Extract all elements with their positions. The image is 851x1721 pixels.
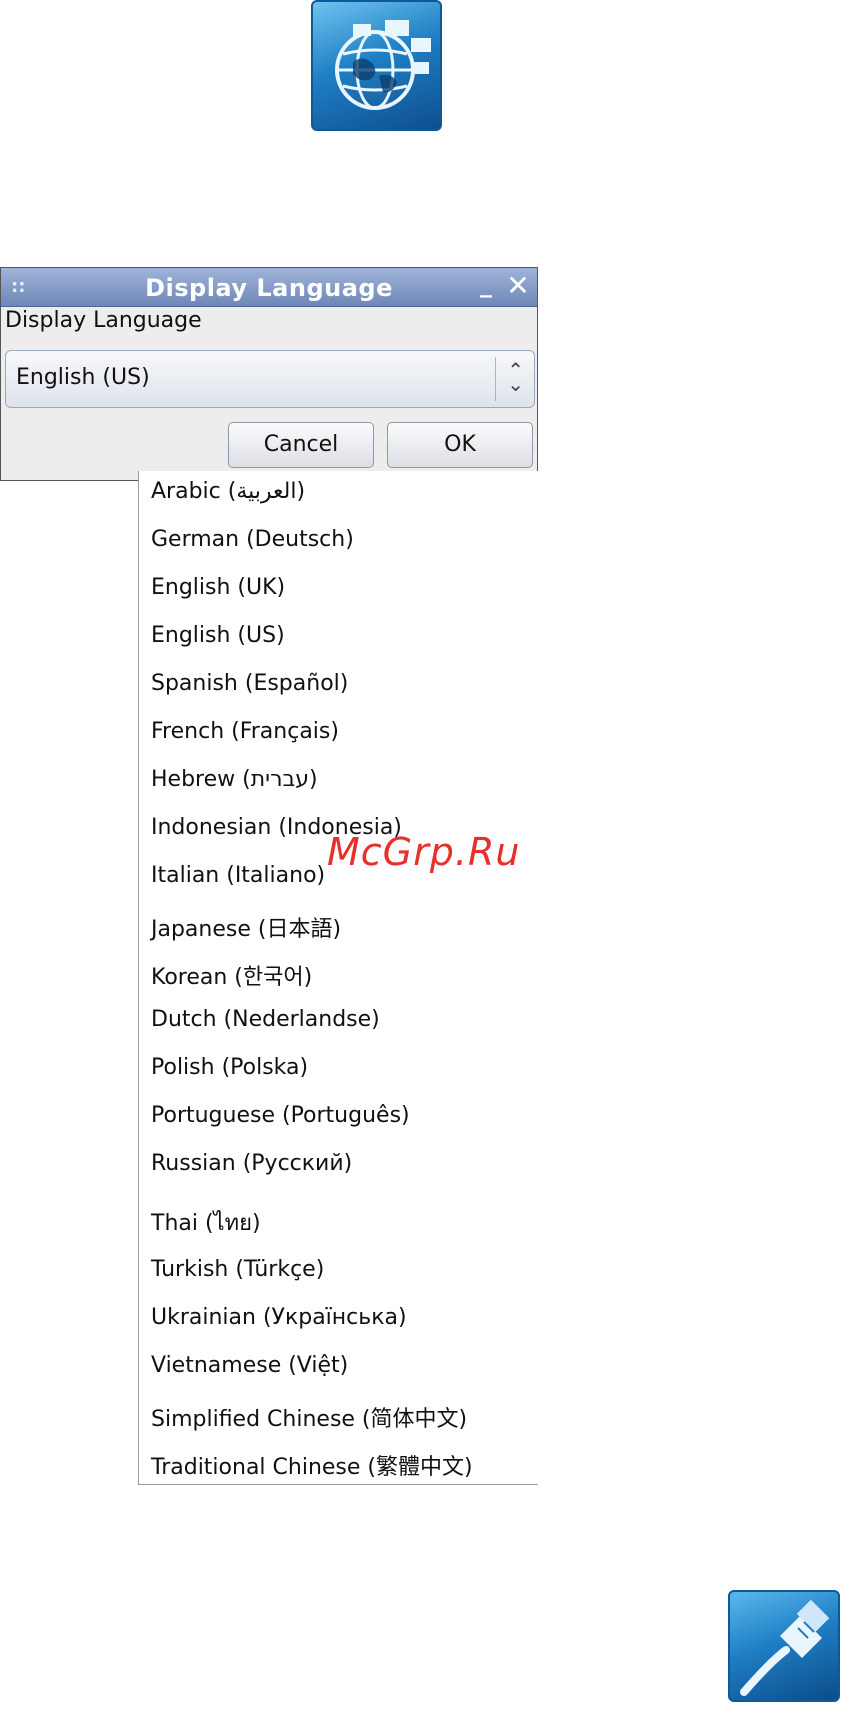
language-option[interactable]: Spanish (Español) [151, 671, 348, 696]
language-option[interactable]: Thai (ไทย) [151, 1205, 261, 1240]
close-icon[interactable]: ✕ [505, 270, 531, 302]
language-option[interactable]: Arabic (العربية) [151, 479, 305, 504]
language-option[interactable]: Russian (Русский) [151, 1151, 352, 1176]
network-cable-icon [728, 1590, 840, 1702]
language-select-value: English (US) [16, 365, 150, 390]
up-down-arrows-icon[interactable]: ⌃ ⌄ [507, 360, 524, 394]
ok-button[interactable]: OK [387, 422, 533, 468]
globe-language-icon [311, 0, 442, 131]
combo-separator [495, 357, 496, 401]
language-option[interactable]: Ukrainian (Українська) [151, 1305, 407, 1330]
language-option[interactable]: French (Français) [151, 719, 339, 744]
language-option[interactable]: Dutch (Nederlandse) [151, 1007, 380, 1032]
language-option[interactable]: Portuguese (Português) [151, 1103, 410, 1128]
cancel-button[interactable]: Cancel [228, 422, 374, 468]
language-option[interactable]: Simplified Chinese (简体中文) [151, 1401, 467, 1433]
language-option[interactable]: Vietnamese (Việt) [151, 1353, 348, 1378]
watermark-text: McGrp.Ru [327, 830, 521, 874]
language-option[interactable]: English (UK) [151, 575, 285, 600]
language-option[interactable]: Hebrew (עברית) [151, 767, 318, 792]
language-select[interactable]: English (US) ⌃ ⌄ [5, 350, 535, 408]
display-language-label: Display Language [5, 308, 202, 333]
language-option[interactable]: German (Deutsch) [151, 527, 354, 552]
language-option[interactable]: Italian (Italiano) [151, 863, 325, 888]
language-option[interactable]: Korean (한국어) [151, 959, 312, 991]
title-bar[interactable]: :: Display Language _ ✕ [1, 268, 537, 307]
language-option[interactable]: English (US) [151, 623, 285, 648]
language-option[interactable]: Polish (Polska) [151, 1055, 308, 1080]
dialog-title: Display Language [145, 274, 393, 302]
display-language-dialog: :: Display Language _ ✕ Display Language… [0, 267, 538, 481]
language-option[interactable]: Turkish (Türkçe) [151, 1257, 324, 1282]
language-dropdown-list: Arabic (العربية) German (Deutsch) Englis… [138, 471, 538, 1485]
language-option[interactable]: Traditional Chinese (繁體中文) [151, 1449, 473, 1481]
language-option[interactable]: Japanese (日本語) [151, 911, 341, 943]
minimize-icon[interactable]: _ [473, 270, 499, 302]
